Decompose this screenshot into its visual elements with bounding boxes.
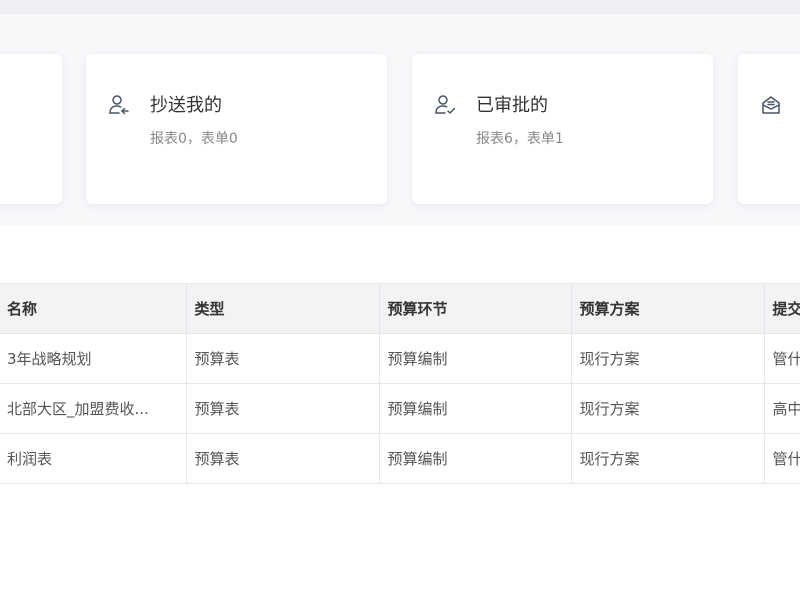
cell-budget-plan: 现行方案 bbox=[571, 433, 765, 484]
cell-budget-stage: 预算编制 bbox=[379, 383, 572, 434]
summary-card-partial-right[interactable] bbox=[738, 54, 800, 204]
column-header-name[interactable]: 名称 bbox=[0, 283, 187, 334]
column-header-budget-stage[interactable]: 预算环节 bbox=[379, 283, 572, 334]
cell-submitter: 管什 bbox=[764, 433, 800, 484]
column-header-budget-plan[interactable]: 预算方案 bbox=[571, 283, 765, 334]
card-title: 抄送我的 bbox=[150, 95, 222, 116]
cell-type: 预算表 bbox=[186, 383, 380, 434]
cell-submitter: 管什 bbox=[764, 333, 800, 384]
column-header-submitter[interactable]: 提交 bbox=[764, 283, 800, 334]
table-row[interactable]: 北部大区_加盟费收... 预算表 预算编制 现行方案 高中 bbox=[0, 383, 800, 434]
inbox-icon bbox=[760, 94, 782, 116]
card-subtitle: 报表0，表单0 bbox=[150, 131, 238, 147]
table-row[interactable]: 3年战略规划 预算表 预算编制 现行方案 管什 bbox=[0, 333, 800, 384]
cell-name: 3年战略规划 bbox=[0, 333, 187, 384]
person-check-icon bbox=[434, 94, 456, 116]
table-header-row: 名称 类型 预算环节 预算方案 提交 bbox=[0, 283, 800, 334]
cell-budget-plan: 现行方案 bbox=[571, 333, 765, 384]
column-header-type[interactable]: 类型 bbox=[186, 283, 380, 334]
cell-type: 预算表 bbox=[186, 333, 380, 384]
top-band bbox=[0, 0, 800, 14]
summary-card-cc-me[interactable]: 抄送我的 报表0，表单0 bbox=[86, 54, 387, 204]
summary-cards-area: 抄送我的 报表0，表单0 已审批的 报表6，表单1 bbox=[0, 14, 800, 226]
person-arrow-icon bbox=[108, 94, 130, 116]
cell-submitter: 高中 bbox=[764, 383, 800, 434]
cell-type: 预算表 bbox=[186, 433, 380, 484]
data-table: 名称 类型 预算环节 预算方案 提交 3年战略规划 预算表 预算编制 现行方案 … bbox=[0, 283, 800, 484]
cell-budget-stage: 预算编制 bbox=[379, 433, 572, 484]
table-row[interactable]: 利润表 预算表 预算编制 现行方案 管什 bbox=[0, 433, 800, 484]
cell-name: 利润表 bbox=[0, 433, 187, 484]
card-subtitle: 报表6，表单1 bbox=[476, 131, 564, 147]
summary-card-partial-left[interactable] bbox=[0, 54, 62, 204]
summary-card-approved[interactable]: 已审批的 报表6，表单1 bbox=[412, 54, 713, 204]
cell-budget-plan: 现行方案 bbox=[571, 383, 765, 434]
card-title: 已审批的 bbox=[476, 95, 548, 116]
page: 抄送我的 报表0，表单0 已审批的 报表6，表单1 名称 类型 预算环节 预算方… bbox=[0, 0, 800, 600]
cell-name: 北部大区_加盟费收... bbox=[0, 383, 187, 434]
cell-budget-stage: 预算编制 bbox=[379, 333, 572, 384]
